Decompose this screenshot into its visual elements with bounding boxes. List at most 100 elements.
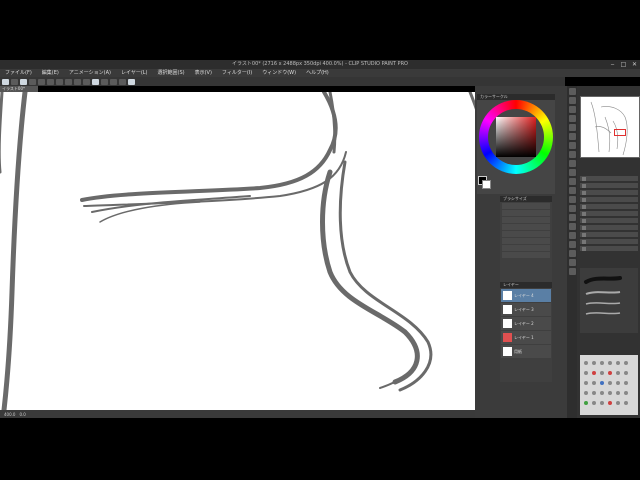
- frame-tool-icon[interactable]: [568, 232, 576, 239]
- decoration-tool-icon[interactable]: [568, 178, 576, 185]
- brush-size-slider[interactable]: [502, 203, 550, 209]
- navigator-view-rect[interactable]: [614, 129, 626, 136]
- show-selection-icon[interactable]: [92, 78, 99, 85]
- layer-thumbnail: [503, 347, 512, 356]
- title-bar: イラスト00* (2716 x 2488px 350dpi 400.0%) - …: [0, 60, 640, 69]
- balloon-tool-icon[interactable]: [568, 259, 576, 266]
- layer-item[interactable]: レイヤー 4: [501, 289, 551, 302]
- stabilization-slider[interactable]: [502, 224, 550, 230]
- navigator-preview[interactable]: [580, 96, 640, 158]
- layer-thumbnail: [503, 333, 512, 342]
- brush-preview-list: [580, 268, 638, 333]
- menu-selection[interactable]: 選択範囲(S): [153, 69, 190, 77]
- subtool-item[interactable]: [580, 232, 638, 237]
- zoom-readout[interactable]: 400.0: [4, 412, 15, 417]
- open-file-icon[interactable]: [11, 78, 18, 85]
- auto-select-tool-icon[interactable]: [568, 124, 576, 131]
- tool-property-panel: ブラシサイズ: [500, 196, 552, 282]
- window-title: イラスト00* (2716 x 2488px 350dpi 400.0%) - …: [232, 61, 408, 67]
- layer-item[interactable]: レイヤー 2: [501, 317, 551, 330]
- blend-tool-icon[interactable]: [568, 196, 576, 203]
- redo-icon[interactable]: [38, 78, 45, 85]
- brush-opacity-slider[interactable]: [502, 210, 550, 216]
- undo-icon[interactable]: [29, 78, 36, 85]
- subtool-item[interactable]: [580, 190, 638, 195]
- layer-item[interactable]: レイヤー 1: [501, 331, 551, 344]
- rotation-readout[interactable]: 0.0: [19, 412, 25, 417]
- drawing-canvas[interactable]: [0, 92, 498, 410]
- eyedropper-tool-icon[interactable]: [568, 133, 576, 140]
- layer-item[interactable]: レイヤー 3: [501, 303, 551, 316]
- subtool-item[interactable]: [580, 204, 638, 209]
- menu-file[interactable]: ファイル(F): [0, 69, 37, 77]
- deselect-icon[interactable]: [74, 78, 81, 85]
- layer-name: レイヤー 3: [514, 306, 534, 312]
- menu-help[interactable]: ヘルプ(H): [301, 69, 334, 77]
- menu-bar: ファイル(F) 編集(E) アニメーション(A) レイヤー(L) 選択範囲(S)…: [0, 69, 640, 77]
- document-tab-label: イラスト00*: [2, 86, 26, 91]
- snap-special-icon[interactable]: [119, 78, 126, 85]
- sketch-strokes: [0, 92, 482, 410]
- clip-studio-icon[interactable]: [128, 78, 135, 85]
- window-controls: ‒ □ ✕: [607, 60, 640, 69]
- eraser-tool-icon[interactable]: [568, 187, 576, 194]
- snap-ruler-icon[interactable]: [101, 78, 108, 85]
- subtool-item[interactable]: [580, 239, 638, 244]
- new-file-icon[interactable]: [2, 78, 9, 85]
- move-tool-icon[interactable]: [568, 97, 576, 104]
- fill-icon[interactable]: [56, 78, 63, 85]
- zoom-tool-icon[interactable]: [568, 88, 576, 95]
- pencil-tool-icon[interactable]: [568, 151, 576, 158]
- layer-panel: レイヤー レイヤー 4 レイヤー 3 レイヤー 2 レイヤー 1 用紙: [500, 282, 552, 382]
- crop-icon[interactable]: [83, 78, 90, 85]
- subtool-item[interactable]: [580, 176, 638, 181]
- menu-layer[interactable]: レイヤー(L): [116, 69, 153, 77]
- menu-view[interactable]: 表示(V): [190, 69, 217, 77]
- figure-tool-icon[interactable]: [568, 223, 576, 230]
- brush-density-slider[interactable]: [502, 231, 550, 237]
- minimize-button[interactable]: ‒: [607, 60, 618, 69]
- command-bar: [0, 77, 565, 86]
- subtool-item[interactable]: [580, 183, 638, 188]
- maximize-button[interactable]: □: [618, 60, 629, 69]
- subtool-item[interactable]: [580, 246, 638, 251]
- subtool-item[interactable]: [580, 218, 638, 223]
- saturation-value-square[interactable]: [496, 117, 536, 157]
- material-palette[interactable]: [580, 355, 638, 415]
- operation-tool-icon[interactable]: [568, 106, 576, 113]
- menu-animation[interactable]: アニメーション(A): [64, 69, 116, 77]
- subtool-item[interactable]: [580, 197, 638, 202]
- anti-alias-row[interactable]: [502, 217, 550, 223]
- snap-grid-icon[interactable]: [110, 78, 117, 85]
- letterbox-bottom: [0, 418, 640, 480]
- brush-stroke-previews: [584, 276, 622, 315]
- brush-shape-row[interactable]: [502, 238, 550, 244]
- fill-tool-icon[interactable]: [568, 205, 576, 212]
- layer-panel-title: レイヤー: [500, 282, 552, 288]
- gradient-tool-icon[interactable]: [568, 214, 576, 221]
- layer-thumbnail: [503, 319, 512, 328]
- brush-tip-row[interactable]: [502, 245, 550, 251]
- clear-icon[interactable]: [47, 78, 54, 85]
- subtool-item[interactable]: [580, 211, 638, 216]
- menu-edit[interactable]: 編集(E): [37, 69, 64, 77]
- text-tool-icon[interactable]: [568, 250, 576, 257]
- airbrush-tool-icon[interactable]: [568, 169, 576, 176]
- save-icon[interactable]: [20, 78, 27, 85]
- menu-window[interactable]: ウィンドウ(W): [257, 69, 301, 77]
- ink-row[interactable]: [502, 252, 550, 258]
- layer-thumbnail: [503, 291, 512, 300]
- pen-tool-icon[interactable]: [568, 142, 576, 149]
- layer-item[interactable]: 用紙: [501, 345, 551, 358]
- transform-icon[interactable]: [65, 78, 72, 85]
- close-button[interactable]: ✕: [629, 60, 640, 69]
- layer-name: レイヤー 4: [514, 292, 534, 298]
- brush-tool-icon[interactable]: [568, 160, 576, 167]
- sub-color-swatch[interactable]: [482, 180, 491, 189]
- correction-tool-icon[interactable]: [568, 268, 576, 275]
- ruler-tool-icon[interactable]: [568, 241, 576, 248]
- subtool-item[interactable]: [580, 225, 638, 230]
- material-grid: [584, 361, 628, 405]
- menu-filter[interactable]: フィルター(I): [217, 69, 257, 77]
- selection-tool-icon[interactable]: [568, 115, 576, 122]
